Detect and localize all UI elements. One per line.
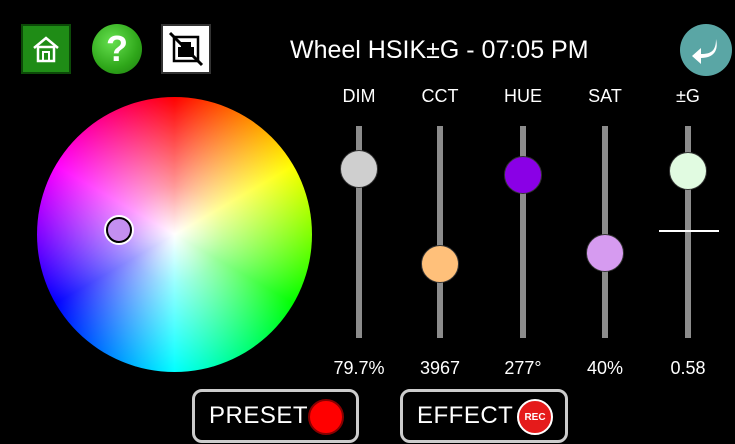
color-wheel-marker[interactable] (106, 217, 132, 243)
slider-value: 40% (586, 358, 624, 378)
help-icon: ? (106, 28, 128, 69)
back-arrow-icon (692, 39, 717, 64)
slider-knob[interactable] (669, 151, 707, 190)
slider-value: 0.58 (670, 358, 706, 378)
color-wheel[interactable] (37, 97, 312, 372)
slider-label: CCT (421, 86, 459, 106)
slider-knob[interactable] (504, 155, 542, 194)
slider-label: SAT (588, 86, 622, 106)
slider-knob[interactable] (421, 244, 459, 283)
help-button[interactable]: ? (92, 24, 142, 74)
slider-track[interactable] (602, 126, 608, 338)
back-button[interactable] (680, 24, 732, 76)
home-button[interactable] (21, 24, 71, 74)
home-icon (33, 36, 59, 63)
preset-button[interactable]: PRESET (192, 389, 359, 443)
slider-knob[interactable] (340, 150, 378, 189)
slider-value: 79.7% (333, 358, 385, 378)
preset-indicator-icon (308, 399, 344, 435)
slider-label: DIM (342, 86, 376, 106)
slider-label: HUE (503, 86, 542, 106)
record-icon: REC (517, 399, 553, 435)
network-disconnected-icon (168, 31, 204, 67)
slider-value: 277° (504, 358, 542, 378)
effect-button[interactable]: EFFECT REC (400, 389, 568, 443)
effect-label: EFFECT (417, 402, 514, 429)
network-button[interactable] (161, 24, 211, 74)
preset-label: PRESET (209, 402, 309, 429)
slider-zero-marker (659, 230, 719, 232)
slider-value: 3967 (419, 358, 461, 378)
slider-track[interactable] (437, 126, 443, 338)
slider-label: ±G (676, 86, 700, 106)
slider-knob[interactable] (586, 234, 624, 273)
page-title: Wheel HSIK±G - 07:05 PM (290, 36, 589, 64)
